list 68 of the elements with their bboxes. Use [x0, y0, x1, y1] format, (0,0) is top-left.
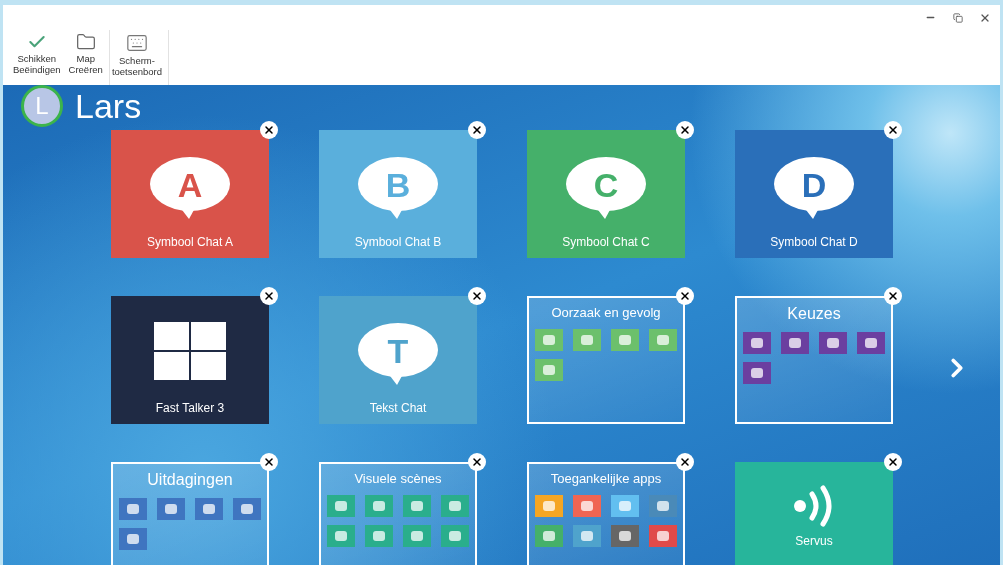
remove-button[interactable] — [884, 121, 902, 139]
tile-label: Symbool Chat A — [146, 235, 233, 249]
app-tile[interactable]: Servus — [735, 462, 893, 565]
chat-tile[interactable]: B Symbool Chat B — [319, 130, 477, 258]
remove-button[interactable] — [468, 453, 486, 471]
avatar: L — [21, 85, 63, 127]
close-icon — [887, 124, 899, 136]
tile-label: Fast Talker 3 — [155, 401, 225, 415]
toolbar-button[interactable]: Scherm- toetsenbord — [109, 30, 165, 85]
tile-label: Servus — [795, 534, 833, 548]
remove-button[interactable] — [676, 121, 694, 139]
remove-button[interactable] — [676, 453, 694, 471]
close-icon — [887, 290, 899, 302]
remove-button[interactable] — [468, 287, 486, 305]
windows-logo-icon — [154, 322, 226, 380]
bubble-letter: B — [384, 168, 412, 202]
speech-bubble-icon — [773, 156, 855, 220]
chat-tile[interactable]: T Tekst Chat — [319, 296, 477, 424]
remove-button[interactable] — [260, 121, 278, 139]
bubble-letter: D — [800, 168, 828, 202]
folder-title: Visuele scènes — [354, 471, 442, 486]
close-icon — [263, 124, 275, 136]
remove-button[interactable] — [260, 287, 278, 305]
remove-button[interactable] — [260, 453, 278, 471]
tile-label: Tekst Chat — [369, 401, 427, 415]
chat-tile[interactable]: C Symbool Chat C — [527, 130, 685, 258]
tile-label: Symbool Chat C — [562, 235, 650, 249]
restore-icon — [952, 12, 963, 23]
user-name: Lars — [75, 86, 142, 126]
remove-button[interactable] — [468, 121, 486, 139]
folder-tile[interactable]: Toegankelijke apps — [527, 462, 685, 565]
close-icon — [679, 290, 691, 302]
folder-icon — [75, 32, 96, 52]
toolbar-button[interactable]: Map Creëren — [66, 30, 105, 85]
keyboard-icon — [125, 32, 148, 54]
speech-bubble-icon — [149, 156, 231, 220]
close-icon — [263, 290, 275, 302]
folder-title: Toegankelijke apps — [550, 471, 662, 486]
bubble-letter: C — [592, 168, 620, 202]
folder-tile[interactable]: Oorzaak en gevolg — [527, 296, 685, 424]
close-icon — [679, 124, 691, 136]
close-icon — [263, 456, 275, 468]
folder-title: Keuzes — [787, 305, 841, 323]
close-icon — [471, 290, 483, 302]
close-icon — [471, 124, 483, 136]
folder-tile[interactable]: Visuele scènes — [319, 462, 477, 565]
bubble-letter: T — [386, 334, 410, 368]
close-icon — [679, 456, 691, 468]
folder-title: Oorzaak en gevolg — [551, 305, 661, 320]
speech-bubble-icon — [357, 156, 439, 220]
remove-button[interactable] — [884, 453, 902, 471]
speech-bubble-icon — [357, 322, 439, 386]
tile-label: Symbool Chat D — [770, 235, 858, 249]
chat-tile[interactable]: D Symbool Chat D — [735, 130, 893, 258]
folder-tile[interactable]: Keuzes — [735, 296, 893, 424]
app-tile[interactable]: Fast Talker 3 — [111, 296, 269, 424]
remove-button[interactable] — [676, 287, 694, 305]
folder-tile[interactable]: Uitdagingen — [111, 462, 269, 565]
toolbar-button[interactable]: Schikken Beëindigen — [11, 30, 63, 85]
close-icon — [471, 456, 483, 468]
restore-button[interactable] — [950, 10, 965, 25]
speech-bubble-icon — [565, 156, 647, 220]
bubble-letter: A — [176, 168, 204, 202]
close-icon — [887, 456, 899, 468]
folder-title: Uitdagingen — [147, 471, 233, 489]
remove-button[interactable] — [884, 287, 902, 305]
tile-label: Symbool Chat B — [354, 235, 442, 249]
chat-tile[interactable]: A Symbool Chat A — [111, 130, 269, 258]
